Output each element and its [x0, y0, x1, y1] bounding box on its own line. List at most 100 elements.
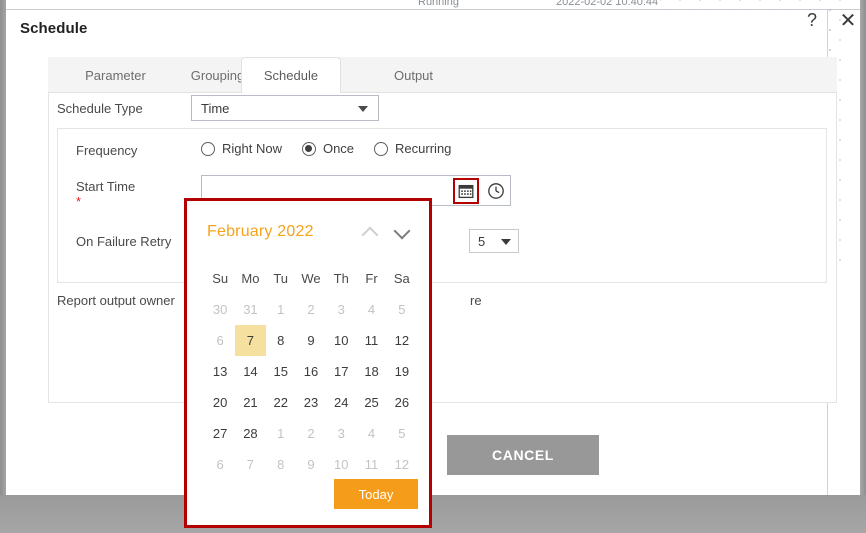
today-button[interactable]: Today	[334, 479, 418, 509]
date-cell[interactable]: 18	[356, 356, 386, 387]
date-cell[interactable]: 23	[296, 387, 326, 418]
on-failure-retry-label: On Failure Retry	[76, 234, 172, 249]
date-cell[interactable]: 13	[205, 356, 235, 387]
date-cell[interactable]: 12	[387, 325, 417, 356]
schedule-type-value: Time	[201, 100, 230, 116]
dialog-title: Schedule	[20, 20, 88, 37]
frequency-group: Frequency Right Now Once Recurring Start…	[57, 128, 827, 283]
date-cell: 30	[212, 302, 228, 317]
report-output-owner-label: Report output owner	[57, 293, 175, 308]
date-picker-week-row: 13 14 15 16 17 18 19	[205, 356, 417, 387]
start-time-label: Start Time	[76, 179, 136, 194]
date-cell[interactable]: 19	[387, 356, 417, 387]
weekday-header: Sa	[393, 271, 410, 286]
date-cell[interactable]: 9	[296, 325, 326, 356]
date-picker-month-title: February 2022	[207, 223, 314, 240]
tab-output[interactable]: Output	[366, 57, 461, 93]
date-cell: 6	[216, 457, 224, 472]
date-picker-week-row: 30 31 1 2 3 4 5	[205, 294, 417, 325]
date-cell: 2	[307, 302, 315, 317]
date-cell: 5	[398, 302, 406, 317]
date-cell: 3	[337, 426, 345, 441]
date-picker-popup: February 2022 Su Mo Tu We Th Fr Sa 30 31 1 2 3 4 5 6 7 8…	[184, 198, 432, 528]
screen-root: Running 2022-02-02 10:40:44 Schedule Par…	[0, 0, 866, 533]
date-cell[interactable]: 24	[326, 387, 356, 418]
close-icon[interactable]: ✕	[836, 8, 860, 32]
background-status-text: Running	[418, 0, 459, 8]
date-cell[interactable]: 15	[266, 356, 296, 387]
calendar-icon[interactable]	[453, 177, 479, 204]
date-cell: 1	[277, 426, 285, 441]
date-cell[interactable]: 26	[387, 387, 417, 418]
on-failure-retry-select[interactable]: 5	[469, 229, 519, 253]
date-picker-week-row: 27 28 1 2 3 4 5	[205, 418, 417, 449]
date-picker-grid: Su Mo Tu We Th Fr Sa 30 31 1 2 3 4 5 6 7 8 9 10 11 12 13 14 15 1…	[205, 263, 417, 480]
date-cell: 3	[337, 302, 345, 317]
radio-circle-icon	[374, 141, 389, 156]
chevron-down-icon	[358, 106, 368, 112]
on-failure-retry-value: 5	[478, 233, 486, 249]
frequency-label: Frequency	[76, 143, 138, 158]
date-cell[interactable]: 20	[205, 387, 235, 418]
date-cell[interactable]: 8	[266, 325, 296, 356]
date-cell: 8	[277, 457, 285, 472]
date-cell: 12	[394, 457, 410, 472]
date-cell[interactable]: 25	[356, 387, 386, 418]
date-cell[interactable]: 21	[235, 387, 265, 418]
date-picker-header: February 2022	[187, 222, 429, 257]
date-cell: 2	[307, 426, 315, 441]
schedule-type-select[interactable]: Time	[191, 95, 379, 121]
radio-circle-icon	[201, 141, 215, 156]
cancel-button[interactable]: CANCEL	[447, 435, 599, 475]
radio-right-now-label: Right Now	[222, 141, 282, 156]
chevron-down-icon[interactable]	[393, 222, 415, 245]
date-cell[interactable]: 16	[296, 356, 326, 387]
schedule-panel: Schedule Type Time Frequency Right Now O…	[48, 93, 837, 403]
date-cell: 7	[246, 457, 255, 472]
date-cell: 5	[398, 426, 406, 441]
radio-once[interactable]: Once	[301, 141, 355, 156]
weekday-header: Tu	[273, 271, 289, 286]
chevron-up-icon[interactable]	[361, 225, 383, 245]
help-icon[interactable]: ?	[800, 8, 824, 32]
schedule-type-label: Schedule Type	[57, 101, 143, 116]
weekday-header: We	[301, 271, 321, 286]
radio-recurring-label: Recurring	[395, 141, 452, 156]
date-cell: 10	[334, 457, 349, 472]
date-picker-week-row: 20 21 22 23 24 25 26	[205, 387, 417, 418]
date-cell[interactable]: 17	[326, 356, 356, 387]
date-cell[interactable]: 14	[235, 356, 265, 387]
date-picker-weekday-row: Su Mo Tu We Th Fr Sa	[205, 263, 417, 294]
weekday-header: Fr	[365, 271, 378, 286]
date-cell-selected[interactable]: 7	[235, 325, 266, 356]
date-cell: 11	[364, 457, 379, 472]
radio-right-now[interactable]: Right Now	[201, 141, 282, 156]
background-timestamp-text: 2022-02-02 10:40:44	[556, 0, 659, 8]
date-cell: 6	[216, 333, 224, 348]
weekday-header: Mo	[241, 271, 260, 286]
tab-schedule[interactable]: Schedule	[241, 57, 341, 94]
obscured-text-fragment: re	[470, 293, 482, 308]
window-right-gutter	[860, 0, 866, 533]
clock-icon[interactable]	[481, 176, 510, 205]
frequency-radio-group: Right Now Once Recurring	[201, 141, 471, 156]
date-cell: 4	[367, 426, 376, 441]
radio-recurring[interactable]: Recurring	[374, 141, 451, 156]
weekday-header: Su	[212, 271, 229, 286]
date-cell[interactable]: 11	[356, 325, 386, 356]
date-picker-week-row: 6 7 8 9 10 11 12	[205, 449, 417, 480]
chevron-down-icon	[501, 239, 511, 245]
date-cell: 9	[307, 457, 315, 472]
tab-bar: Parameter Grouping Schedule Output	[48, 57, 837, 94]
date-cell[interactable]: 10	[326, 325, 356, 356]
date-cell[interactable]: 22	[266, 387, 296, 418]
date-cell: 4	[367, 302, 376, 317]
date-cell[interactable]: 27	[205, 418, 235, 449]
date-cell: 1	[277, 302, 285, 317]
start-time-required-marker: *	[76, 194, 82, 209]
date-picker-week-row: 6 7 8 9 10 11 12	[205, 325, 417, 356]
radio-once-label: Once	[322, 141, 355, 156]
date-cell[interactable]: 28	[235, 418, 265, 449]
window-bottom-gutter	[0, 495, 866, 533]
tab-parameter[interactable]: Parameter	[68, 57, 163, 93]
